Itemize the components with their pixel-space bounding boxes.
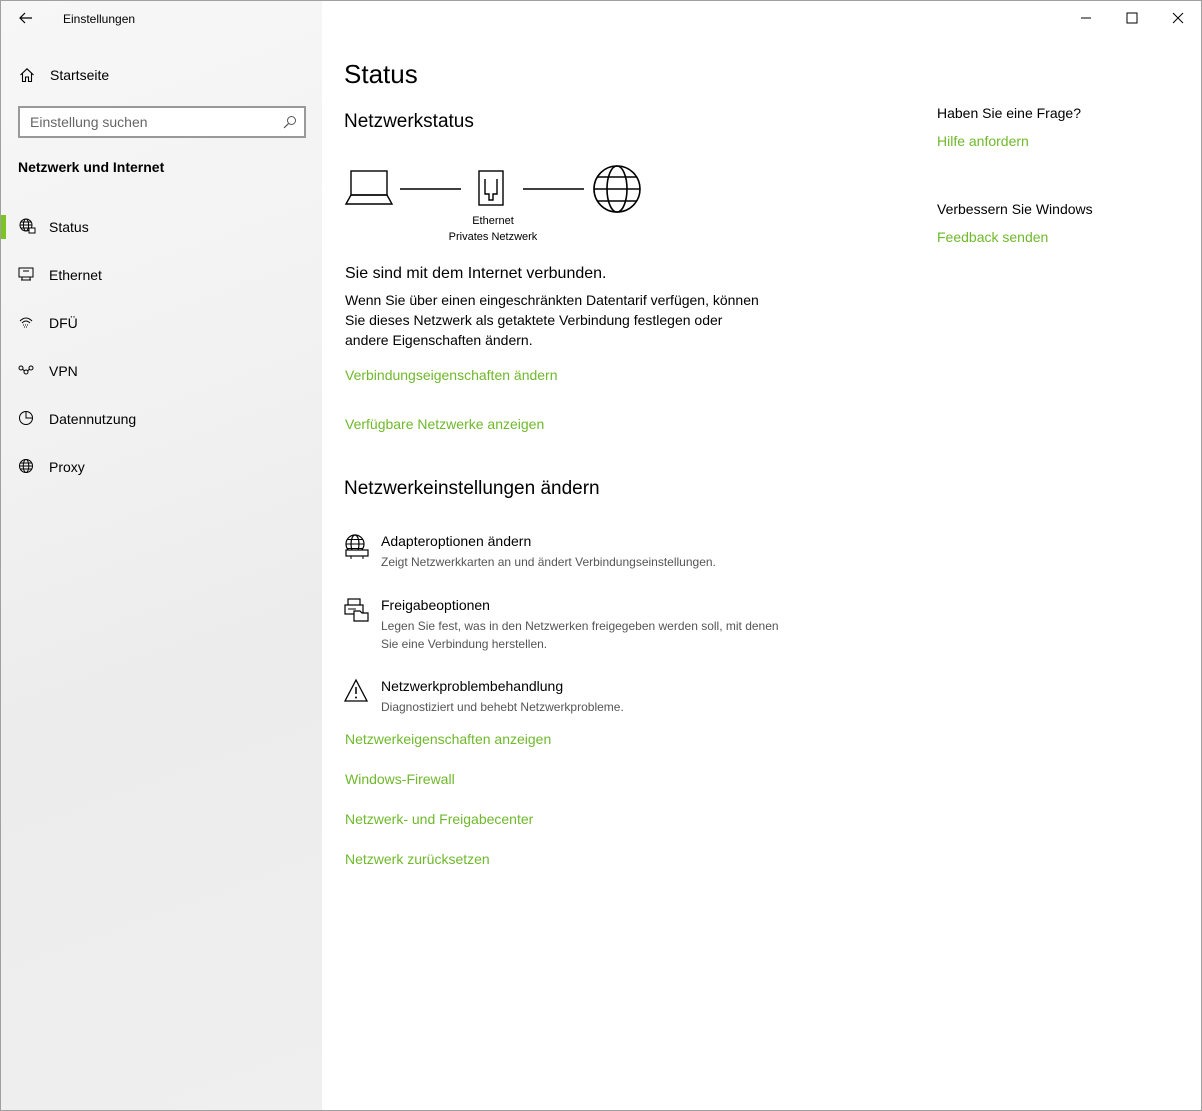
- change-settings-heading: Netzwerkeinstellungen ändern: [344, 478, 600, 499]
- sidebar-item-label: Status: [49, 219, 89, 235]
- search-input[interactable]: [20, 114, 270, 130]
- back-button[interactable]: [11, 5, 41, 31]
- connection-status: Sie sind mit dem Internet verbunden.: [345, 265, 607, 282]
- sidebar-item-dfue[interactable]: DFÜ: [1, 303, 322, 351]
- show-available-networks-link[interactable]: Verfügbare Netzwerke anzeigen: [345, 416, 544, 432]
- option-subtitle: Zeigt Netzwerkkarten an und ändert Verbi…: [381, 555, 716, 569]
- internet-globe-icon: [593, 165, 641, 213]
- sharing-options-item[interactable]: Freigabeoptionen Legen Sie fest, was in …: [344, 597, 804, 653]
- question-heading: Haben Sie eine Frage?: [937, 105, 1081, 121]
- home-label: Startseite: [50, 67, 110, 83]
- warning-icon: [344, 678, 369, 702]
- sidebar-item-ethernet[interactable]: Ethernet: [1, 255, 322, 303]
- sidebar-item-label: DFÜ: [49, 315, 78, 331]
- sidebar-nav: Status Ethernet DFÜ VPN Datennutzung Pro…: [1, 207, 322, 495]
- improve-heading: Verbessern Sie Windows: [937, 201, 1093, 217]
- adapter-name: Ethernet: [472, 215, 514, 227]
- ethernet-icon: [18, 267, 34, 281]
- troubleshoot-item[interactable]: Netzwerkproblembehandlung Diagnostiziert…: [344, 678, 804, 718]
- show-network-properties-link[interactable]: Netzwerkeigenschaften anzeigen: [345, 731, 551, 747]
- main-content: Status Netzwerkstatus Ethernet Privates …: [322, 1, 1201, 1110]
- network-diagram: Ethernet Privates Netzwerk: [344, 163, 654, 253]
- network-reset-link[interactable]: Netzwerk zurücksetzen: [345, 851, 490, 867]
- back-arrow-icon: [19, 12, 32, 24]
- selection-indicator: [1, 215, 6, 239]
- network-status-heading: Netzwerkstatus: [344, 111, 474, 132]
- search-box: [18, 106, 306, 138]
- adapter-icon: [345, 534, 369, 559]
- option-title: Netzwerkproblembehandlung: [381, 678, 564, 694]
- sidebar-item-label: Proxy: [49, 459, 85, 475]
- windows-firewall-link[interactable]: Windows-Firewall: [345, 771, 455, 787]
- settings-window: Einstellungen Startseite Netzwerk und In…: [0, 0, 1202, 1111]
- home-icon: [20, 68, 34, 83]
- app-title: Einstellungen: [63, 12, 136, 26]
- sharing-icon: [344, 598, 369, 622]
- sidebar-item-home[interactable]: Startseite: [1, 57, 322, 93]
- sidebar-item-status[interactable]: Status: [1, 207, 322, 255]
- sidebar-item-proxy[interactable]: Proxy: [1, 447, 322, 495]
- network-profile: Privates Netzwerk: [448, 231, 538, 243]
- search-icon[interactable]: [283, 115, 297, 129]
- change-connection-properties-link[interactable]: Verbindungseigenschaften ändern: [345, 367, 558, 383]
- sidebar-item-label: Ethernet: [49, 267, 102, 283]
- option-title: Adapteroptionen ändern: [381, 533, 532, 549]
- sidebar-item-datennutzung[interactable]: Datennutzung: [1, 399, 322, 447]
- laptop-icon: [344, 170, 394, 205]
- vpn-icon: [18, 365, 34, 375]
- ethernet-port-icon: [478, 170, 504, 206]
- option-title: Freigabeoptionen: [381, 597, 490, 613]
- page-title: Status: [344, 59, 418, 89]
- sidebar-item-vpn[interactable]: VPN: [1, 351, 322, 399]
- sidebar: Einstellungen Startseite Netzwerk und In…: [1, 1, 322, 1110]
- option-subtitle: Diagnostiziert und behebt Netzwerkproble…: [381, 700, 624, 714]
- title-bar: Einstellungen: [1, 1, 322, 35]
- send-feedback-link[interactable]: Feedback senden: [937, 229, 1048, 245]
- network-sharing-center-link[interactable]: Netzwerk- und Freigabecenter: [345, 811, 533, 827]
- option-subtitle: Legen Sie fest, was in den Netzwerken fr…: [381, 619, 779, 651]
- sidebar-item-label: Datennutzung: [49, 411, 137, 427]
- data-usage-icon: [19, 411, 33, 425]
- globe-network-icon: [19, 218, 36, 234]
- section-title: Netzwerk und Internet: [18, 159, 165, 175]
- network-diagram-graphic: [344, 165, 641, 213]
- adapter-options-item[interactable]: Adapteroptionen ändern Zeigt Netzwerkkar…: [344, 533, 804, 573]
- connection-description: Wenn Sie über einen eingeschränkten Date…: [345, 292, 759, 348]
- globe-icon: [19, 459, 33, 473]
- get-help-link[interactable]: Hilfe anfordern: [937, 133, 1029, 149]
- sidebar-item-label: VPN: [49, 363, 78, 379]
- dialup-icon: [19, 317, 33, 328]
